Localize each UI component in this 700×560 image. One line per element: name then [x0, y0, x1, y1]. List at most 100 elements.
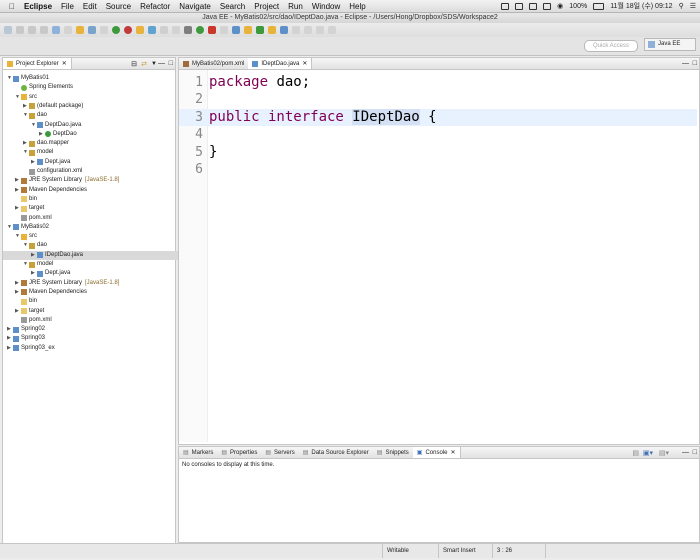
open-task-icon[interactable]	[280, 26, 288, 34]
new-icon[interactable]	[4, 26, 12, 34]
close-icon[interactable]: ✕	[450, 449, 455, 456]
display-console-icon[interactable]: ▤	[632, 449, 639, 457]
forward-icon[interactable]	[328, 26, 336, 34]
search-icon[interactable]	[292, 26, 300, 34]
minimize-icon[interactable]: —	[158, 60, 165, 67]
tab-ideptdao-java[interactable]: IDeptDao.java ✕	[248, 58, 313, 69]
code-line-current[interactable]: 3 public interface IDeptDao {	[179, 109, 697, 126]
coverage-icon[interactable]	[220, 26, 228, 34]
package-icon[interactable]	[76, 26, 84, 34]
tab-console[interactable]: ▣ Console ✕	[412, 447, 461, 458]
menu-edit[interactable]: Edit	[83, 2, 97, 11]
menu-file[interactable]: File	[61, 2, 74, 11]
code-line[interactable]: 4	[179, 126, 697, 143]
maximize-icon[interactable]: □	[169, 60, 173, 67]
save-all-icon[interactable]	[28, 26, 36, 34]
code-text[interactable]: public interface IDeptDao {	[209, 109, 437, 126]
code-line[interactable]: 1 package dao;	[179, 74, 697, 91]
tree-node[interactable]: ▼ model	[23, 260, 53, 269]
tree-node[interactable]: pom.xml	[15, 316, 52, 325]
notification-center-icon[interactable]: ☰	[690, 2, 696, 10]
tree-node[interactable]: ▼ src	[15, 93, 37, 102]
pin-console-icon[interactable]: ▤▾	[659, 449, 669, 457]
tree-node[interactable]: ▶ Spring02	[7, 325, 45, 334]
maximize-icon[interactable]: □	[693, 449, 697, 456]
tree-node[interactable]: ▶ Spring03_ex	[7, 344, 55, 353]
code-line[interactable]: 5 }	[179, 144, 697, 161]
properties-icon[interactable]	[52, 26, 60, 34]
menu-window[interactable]: Window	[312, 2, 340, 11]
tree-node[interactable]: ▼ dao	[23, 241, 47, 250]
menu-search[interactable]: Search	[220, 2, 245, 11]
web-browser-icon[interactable]	[148, 26, 156, 34]
code-line[interactable]: 2	[179, 91, 697, 108]
window-icon[interactable]	[88, 26, 96, 34]
tree-node[interactable]: ▶ Dept.java	[31, 158, 70, 167]
save-icon[interactable]	[16, 26, 24, 34]
build-icon[interactable]	[64, 26, 72, 34]
tree-node[interactable]: ▶ dao.mapper	[23, 139, 69, 148]
code-line[interactable]: 6	[179, 161, 697, 178]
code-text[interactable]: package dao;	[209, 74, 310, 91]
link-editor-icon[interactable]: ⇄	[141, 60, 147, 68]
tree-node[interactable]: ▶ (default package)	[23, 102, 83, 111]
tree-node[interactable]: bin	[15, 297, 37, 306]
minimize-icon[interactable]: —	[682, 449, 689, 456]
new-server-icon[interactable]	[136, 26, 144, 34]
tree-node[interactable]: ▶ IDeptDao.java	[3, 250, 199, 260]
debug-icon[interactable]	[208, 26, 216, 34]
tree-node[interactable]: ▶ Maven Dependencies	[15, 186, 87, 195]
tab-markers[interactable]: ▤ Markers	[179, 447, 217, 458]
print-icon[interactable]	[40, 26, 48, 34]
menu-refactor[interactable]: Refactor	[140, 2, 170, 11]
menu-navigate[interactable]: Navigate	[179, 2, 211, 11]
tree-node[interactable]: ▼ MyBatis01	[7, 74, 49, 83]
status-item-icon[interactable]	[515, 2, 524, 10]
tree-node[interactable]: ▶ Dept.java	[31, 269, 70, 278]
tree-node[interactable]: ▼ model	[23, 148, 53, 157]
close-icon[interactable]: ✕	[62, 60, 67, 67]
tree-node[interactable]: ▶ target	[15, 307, 44, 316]
spotlight-search-icon[interactable]: ⚲	[679, 2, 684, 10]
run-icon[interactable]	[196, 26, 204, 34]
quick-access-input[interactable]: Quick Access	[584, 40, 638, 52]
status-item-icon[interactable]	[501, 2, 510, 10]
tree-node[interactable]: ▼ src	[15, 232, 37, 241]
tab-snippets[interactable]: ▤ Snippets	[373, 447, 413, 458]
new-class-icon[interactable]	[256, 26, 264, 34]
new-package-icon[interactable]	[244, 26, 252, 34]
status-item-icon[interactable]	[543, 2, 552, 10]
collapse-all-icon[interactable]: ⊟	[131, 60, 137, 68]
tree-node[interactable]: bin	[15, 195, 37, 204]
maximize-icon[interactable]: □	[693, 60, 697, 67]
menu-app-name[interactable]: Eclipse	[24, 2, 52, 11]
menu-help[interactable]: Help	[349, 2, 365, 11]
tab-data-source-explorer[interactable]: ▤ Data Source Explorer	[299, 447, 373, 458]
view-menu-icon[interactable]: ▼	[151, 61, 157, 67]
external-tools-icon[interactable]	[160, 26, 168, 34]
minimize-icon[interactable]: —	[682, 60, 689, 67]
skip-breakpoints-icon[interactable]	[100, 26, 108, 34]
server-stop-icon[interactable]	[124, 26, 132, 34]
new-java-project-icon[interactable]	[232, 26, 240, 34]
tree-node[interactable]: ▶ JRE System Library [JavaSE-1.8]	[15, 176, 119, 185]
tree-node[interactable]: pom.xml	[15, 214, 52, 223]
toggle-icon[interactable]	[172, 26, 180, 34]
tab-pom-xml[interactable]: MyBatis02/pom.xml	[179, 58, 248, 69]
back-icon[interactable]	[316, 26, 324, 34]
status-item-icon[interactable]	[529, 2, 538, 10]
battery-icon[interactable]	[593, 2, 605, 10]
perspective-switcher[interactable]: Java EE	[644, 38, 696, 51]
tree-node[interactable]: configuration.xml	[23, 167, 82, 176]
tree-node[interactable]: ▼ dao	[23, 111, 47, 120]
tree-node[interactable]: ▶ Maven Dependencies	[15, 288, 87, 297]
wifi-icon[interactable]: ◉	[557, 2, 563, 10]
clock[interactable]: 11월 18일 (수) 09:12	[610, 1, 672, 11]
code-text[interactable]: }	[209, 144, 217, 161]
tab-properties[interactable]: ▤ Properties	[217, 447, 261, 458]
annotation-next-icon[interactable]	[304, 26, 312, 34]
tree-node[interactable]: ▼ DeptDao.java	[31, 121, 81, 130]
tree-node[interactable]: ▶ Spring03	[7, 334, 45, 343]
close-icon[interactable]: ✕	[302, 60, 307, 67]
open-type-icon[interactable]	[268, 26, 276, 34]
